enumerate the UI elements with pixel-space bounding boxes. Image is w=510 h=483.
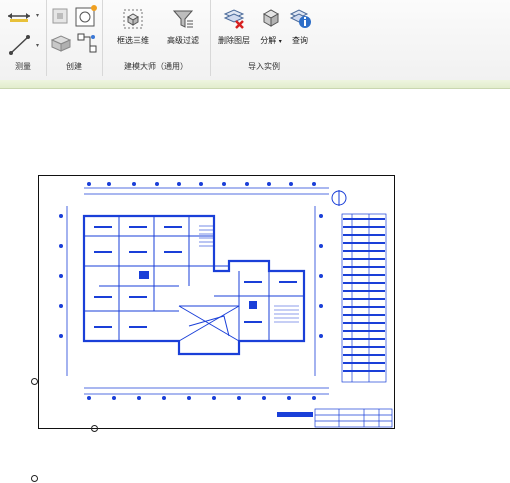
- floor-plan-drawing: [59, 182, 393, 428]
- advanced-filter-button[interactable]: 高级过滤: [160, 8, 206, 46]
- grip-marker-2[interactable]: [91, 425, 98, 432]
- measure-along-icon[interactable]: [8, 34, 32, 56]
- explode-icon: [258, 6, 284, 32]
- delete-layer-icon: [212, 6, 256, 32]
- dropdown-arrow-icon[interactable]: ▾: [36, 12, 39, 19]
- panel-create: 创建: [46, 0, 103, 76]
- panel-import-instance: 删除图层 分解 ▾ 查询 导入实例: [210, 0, 318, 76]
- grip-marker-1[interactable]: [31, 378, 38, 385]
- create-component-icon[interactable]: [74, 4, 98, 28]
- create-assembly-icon[interactable]: [50, 34, 72, 52]
- panel-title-modeling-master: 建模大师（通用）: [124, 62, 188, 71]
- measure-distance-icon[interactable]: [6, 8, 34, 22]
- advanced-filter-label: 高级过滤: [167, 36, 199, 45]
- delete-layer-label: 删除图层: [218, 36, 250, 45]
- ribbon: ▾ ▾ 测量 创建 框选三维 高级过滤 建模大师（通用） 删除图层 分解 ▾ 查…: [0, 0, 510, 81]
- filter-icon: [160, 8, 206, 32]
- box-select-3d-button[interactable]: 框选三维: [112, 8, 154, 46]
- create-group-icon[interactable]: [50, 6, 70, 26]
- explode-label: 分解: [260, 36, 277, 45]
- drawing-canvas[interactable]: [0, 89, 510, 483]
- panel-title-measure: 测量: [15, 62, 31, 71]
- explode-dropdown-icon[interactable]: ▾: [279, 38, 282, 45]
- query-button[interactable]: 查询: [286, 6, 314, 46]
- panel-measure: ▾ ▾ 测量: [0, 0, 47, 76]
- panel-title-import-instance: 导入实例: [248, 62, 280, 71]
- grip-marker-3[interactable]: [31, 475, 38, 482]
- ribbon-bottom-bar: [0, 80, 510, 89]
- box-select-3d-label: 框选三维: [117, 36, 149, 45]
- create-array-icon[interactable]: [76, 32, 98, 54]
- panel-modeling-master: 框选三维 高级过滤 建模大师（通用）: [102, 0, 211, 76]
- query-label: 查询: [292, 36, 308, 45]
- explode-button[interactable]: 分解 ▾: [258, 6, 284, 46]
- panel-title-create: 创建: [66, 62, 82, 71]
- query-info-icon: [286, 6, 314, 32]
- dropdown-arrow-icon-2[interactable]: ▾: [36, 42, 39, 49]
- box-select-3d-icon: [112, 8, 154, 32]
- drawing-sheet[interactable]: [38, 175, 395, 429]
- delete-layer-button[interactable]: 删除图层: [212, 6, 256, 46]
